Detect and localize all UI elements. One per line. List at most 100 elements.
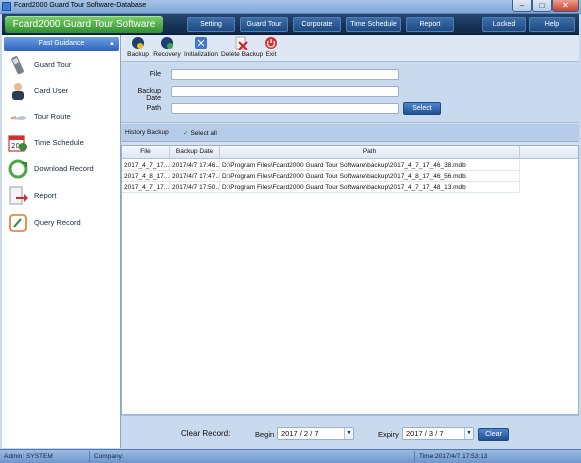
cell-path: D:\Program Files\Fcard2000 Guard Tour So…	[220, 182, 520, 193]
menu-help[interactable]: Help	[529, 17, 575, 32]
sidebar-item-label: Tour Route	[34, 112, 71, 121]
clear-record-label: Clear Record:	[181, 429, 231, 438]
main-menu-bar: Fcard2000 Guard Tour Software Setting Gu…	[2, 14, 579, 35]
file-label: File	[149, 71, 161, 78]
card-user-icon	[12, 83, 24, 100]
begin-label: Begin	[255, 430, 275, 439]
window-title: Fcard2000 Guard Tour Software-Database	[14, 2, 147, 9]
sidebar-item-download-record[interactable]: Download Record	[2, 157, 121, 181]
chevron-down-icon[interactable]: ▼	[464, 428, 473, 439]
history-backup-label: History Backup	[125, 129, 169, 136]
initialization-button[interactable]: Initialization	[184, 36, 218, 60]
sidebar-item-label: Card User	[34, 86, 69, 95]
tour-route-icon	[9, 116, 27, 120]
column-header-path[interactable]: Path	[220, 146, 520, 158]
exit-icon	[265, 37, 277, 49]
backup-date-label: Backup Date	[137, 88, 161, 102]
column-header-backup-date[interactable]: Backup Date	[170, 146, 220, 158]
fast-guidance-label: Fast Guidance	[38, 40, 85, 47]
expiry-label: Expiry	[378, 430, 399, 439]
history-table: File Backup Date Path 2017_4_7_17... 201…	[121, 145, 579, 415]
sidebar-item-guard-tour[interactable]: Guard Tour	[2, 53, 121, 77]
delete-backup-icon	[235, 36, 248, 50]
select-button[interactable]: Select	[403, 102, 441, 115]
cell-backup-date: 2017/4/7 17:46...	[172, 160, 220, 171]
app-brand: Fcard2000 Guard Tour Software	[5, 16, 163, 33]
guard-tour-icon	[11, 56, 24, 75]
sidebar-item-label: Time Schedule	[34, 138, 84, 147]
backup-icon	[132, 37, 144, 49]
path-input[interactable]	[171, 103, 399, 114]
backup-button[interactable]: Backup	[127, 36, 149, 60]
app-icon	[2, 2, 11, 11]
recovery-icon	[161, 37, 173, 49]
sidebar-item-time-schedule[interactable]: 20 Time Schedule	[2, 131, 121, 155]
recovery-button[interactable]: Recovery	[153, 36, 181, 60]
backup-form: File Backup Date Path Select	[121, 61, 579, 123]
menu-locked[interactable]: Locked	[482, 17, 526, 32]
exit-button[interactable]: Exit	[263, 36, 279, 60]
clear-button[interactable]: Clear	[478, 428, 509, 441]
chevron-down-icon[interactable]: ▼	[344, 428, 353, 439]
delete-backup-label: Delete Backup	[221, 51, 264, 58]
status-bar: Admin: SYSTEM Company: Time:2017/4/7 17:…	[0, 449, 581, 463]
clear-record-bar: Clear Record: Begin 2017 / 2 / 7 ▼ Expir…	[121, 415, 579, 448]
begin-date-value: 2017 / 2 / 7	[281, 429, 319, 438]
close-button[interactable]: ✕	[552, 0, 579, 12]
sidebar-item-query-record[interactable]: Query Record	[2, 211, 121, 235]
backup-label: Backup	[127, 51, 149, 58]
initialization-icon	[195, 37, 207, 49]
menu-corporate[interactable]: Corporate	[293, 17, 341, 32]
cell-file: 2017_4_7_17...	[124, 182, 170, 193]
menu-guard-tour[interactable]: Guard Tour	[240, 17, 288, 32]
minimize-button[interactable]: –	[512, 0, 532, 12]
cell-file: 2017_4_7_17...	[124, 160, 170, 171]
sidebar: Fast Guidance ▲ Guard Tour Card User Tou…	[2, 35, 121, 448]
sidebar-item-label: Guard Tour	[34, 60, 72, 69]
select-all-label: Select all	[190, 130, 217, 137]
menu-report[interactable]: Report	[406, 17, 454, 32]
table-row[interactable]: 2017_4_8_17... 2017/4/7 17:47... D:\Prog…	[122, 171, 520, 182]
menu-setting[interactable]: Setting	[187, 17, 235, 32]
maximize-button[interactable]: □	[532, 0, 552, 12]
table-row[interactable]: 2017_4_7_17... 2017/4/7 17:46... D:\Prog…	[122, 160, 520, 171]
sidebar-item-report[interactable]: Report	[2, 184, 121, 208]
sidebar-item-tour-route[interactable]: Tour Route	[2, 105, 121, 129]
collapse-icon: ▲	[109, 41, 115, 47]
time-schedule-icon: 20	[8, 135, 27, 152]
main-content: Backup Recovery Initialization Delete Ba…	[121, 35, 579, 448]
expiry-date-value: 2017 / 3 / 7	[406, 429, 444, 438]
path-label: Path	[146, 105, 161, 112]
expiry-date-picker[interactable]: 2017 / 3 / 7 ▼	[402, 427, 474, 440]
report-icon	[9, 186, 28, 205]
query-record-icon	[9, 214, 27, 232]
status-company: Company:	[90, 451, 415, 462]
sidebar-item-label: Report	[34, 191, 57, 200]
cell-backup-date: 2017/4/7 17:50...	[172, 182, 220, 193]
table-header: File Backup Date Path	[122, 146, 578, 159]
cell-backup-date: 2017/4/7 17:47...	[172, 171, 220, 182]
svg-text:20: 20	[11, 142, 20, 150]
fast-guidance-header[interactable]: Fast Guidance ▲	[4, 37, 119, 51]
status-time: Time:2017/4/7 17:53:13	[419, 453, 488, 460]
title-bar: Fcard2000 Guard Tour Software-Database –…	[0, 0, 581, 14]
initialization-label: Initialization	[184, 51, 218, 58]
history-backup-bar: History Backup ✓ Select all	[121, 124, 579, 142]
recovery-label: Recovery	[153, 51, 181, 58]
sidebar-item-card-user[interactable]: Card User	[2, 79, 121, 103]
cell-file: 2017_4_8_17...	[124, 171, 170, 182]
delete-backup-button[interactable]: Delete Backup	[221, 36, 264, 60]
begin-date-picker[interactable]: 2017 / 2 / 7 ▼	[277, 427, 354, 440]
menu-time-schedule[interactable]: Time Schedule	[346, 17, 401, 32]
toolbar: Backup Recovery Initialization Delete Ba…	[121, 35, 579, 61]
file-input[interactable]	[171, 69, 399, 80]
backup-date-input[interactable]	[171, 86, 399, 97]
status-user: Admin: SYSTEM	[0, 451, 90, 462]
column-header-file[interactable]: File	[122, 146, 170, 158]
check-icon: ✓	[183, 130, 189, 137]
select-all-checkbox[interactable]: ✓ Select all	[183, 129, 217, 137]
download-record-icon	[8, 159, 28, 179]
sidebar-item-label: Query Record	[34, 218, 81, 227]
table-row[interactable]: 2017_4_7_17... 2017/4/7 17:50... D:\Prog…	[122, 182, 520, 193]
cell-path: D:\Program Files\Fcard2000 Guard Tour So…	[220, 171, 520, 182]
